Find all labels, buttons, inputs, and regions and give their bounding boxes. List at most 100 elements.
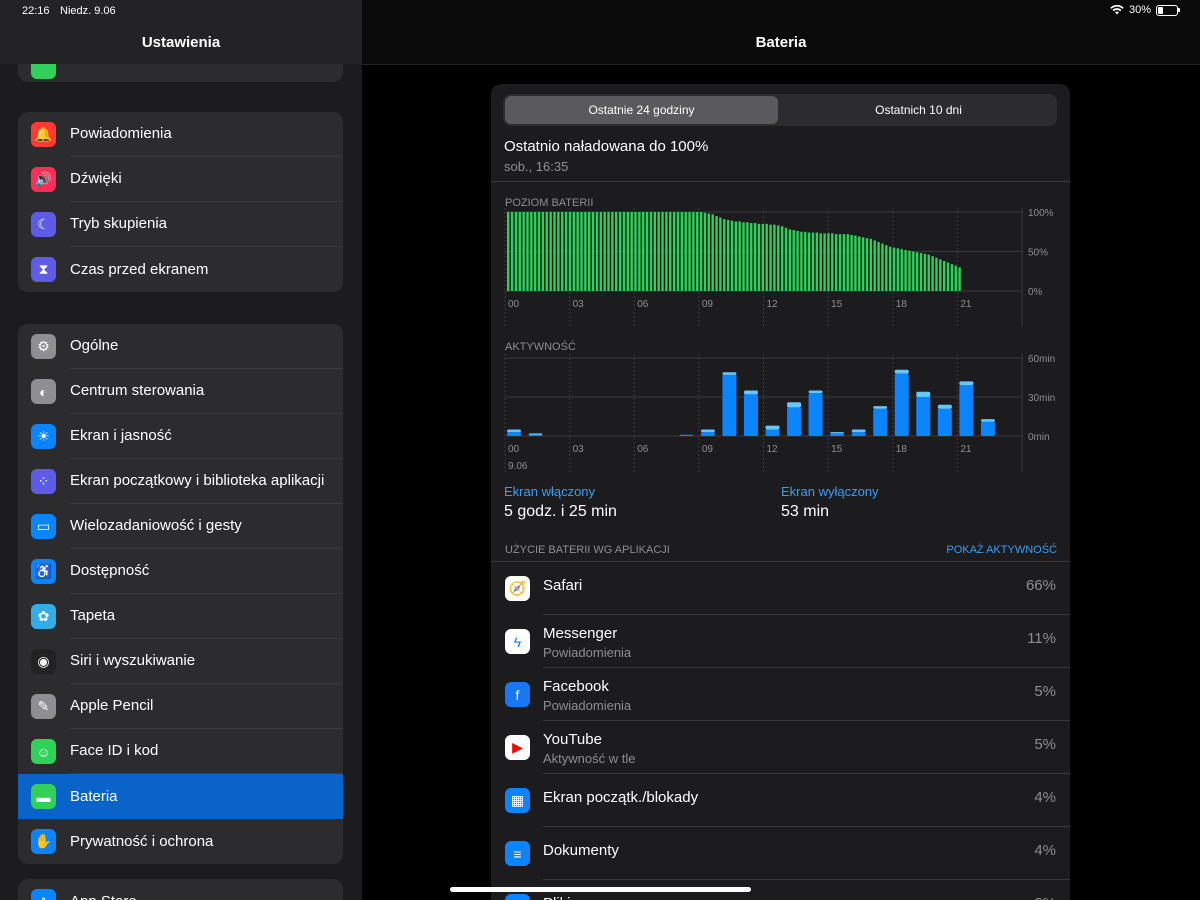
battery-level-bar	[927, 254, 930, 291]
battery-level-bar	[750, 223, 753, 291]
battery-level-bar	[607, 212, 610, 291]
battery-level-bar	[792, 230, 795, 291]
sidebar-item-flower[interactable]: ✿ Tapeta	[18, 594, 343, 639]
battery-level-bar	[746, 222, 749, 291]
sidebar-item-battery[interactable]: ▬ Bateria	[18, 774, 343, 819]
pencil-icon: ✎	[31, 694, 56, 719]
sidebar-item-sun[interactable]: ☀ Ekran i jasność	[18, 414, 343, 459]
sidebar-item-hourglass[interactable]: ⧗ Czas przed ekranem	[18, 247, 343, 292]
battery-level-bar	[557, 212, 560, 291]
sidebar-item-faceid[interactable]: ☺ Face ID i kod	[18, 729, 343, 774]
sidebar-item-multitask[interactable]: ▭ Wielozadaniowość i gesty	[18, 504, 343, 549]
youtube-icon: ▶	[505, 735, 530, 760]
app-usage-row[interactable]: ▦ Ekran początk./blokady 4%	[491, 774, 1070, 827]
battery-level-bar	[769, 224, 772, 291]
battery-level-bar	[919, 253, 923, 291]
sidebar-item-label: Wielozadaniowość i gesty	[70, 504, 343, 549]
sidebar-item-speaker[interactable]: 🔊 Dźwięki	[18, 157, 343, 202]
battery-level-bar	[757, 223, 761, 291]
messenger-icon: ϟ	[505, 629, 530, 654]
sidebar-item-bell[interactable]: 🔔 Powiadomienia	[18, 112, 343, 157]
sidebar-item-gear[interactable]: ⚙ Ogólne	[18, 324, 343, 369]
app-usage-row[interactable]: ≡ Dokumenty 4%	[491, 827, 1070, 880]
battery-level-bar	[823, 233, 826, 291]
app-usage-row[interactable]: ϟ Messenger Powiadomienia 11%	[491, 615, 1070, 668]
app-name: Ekran początk./blokady	[543, 789, 699, 806]
battery-level-bar	[765, 223, 768, 291]
screen-off-bar	[507, 429, 522, 433]
tab-last-24-hours[interactable]: Ostatnie 24 godziny	[505, 96, 778, 124]
sidebar-item-pencil[interactable]: ✎ Apple Pencil	[18, 684, 343, 729]
screen-on-bar	[722, 374, 737, 436]
battery-level-bar	[572, 212, 575, 291]
battery-level-bar	[661, 212, 664, 291]
app-usage-row[interactable]: f Facebook Powiadomienia 5%	[491, 668, 1070, 721]
battery-level-bar	[618, 212, 622, 291]
battery-level-bar	[908, 250, 911, 291]
tab-last-10-days[interactable]: Ostatnich 10 dni	[782, 96, 1055, 124]
battery-card: Ostatnie 24 godziny Ostatnich 10 dni Ost…	[491, 84, 1070, 900]
app-name: Dokumenty	[543, 842, 619, 859]
battery-level-bar	[595, 212, 599, 291]
battery-level-bar	[931, 256, 934, 291]
battery-level-bar	[800, 231, 803, 291]
battery-level-bar	[588, 212, 591, 291]
battery-level-bar	[672, 212, 676, 291]
sidebar-item-moon[interactable]: ☾ Tryb skupienia	[18, 202, 343, 247]
battery-level-bar	[838, 234, 842, 291]
app-name: Messenger	[543, 625, 618, 642]
home-indicator[interactable]	[450, 887, 751, 892]
battery-level-bar	[526, 212, 529, 291]
battery-level-bar	[537, 212, 541, 291]
sidebar-item-siri[interactable]: ◉ Siri i wyszukiwanie	[18, 639, 343, 684]
battery-level-bar	[873, 240, 876, 291]
battery-level-bar	[869, 238, 873, 291]
y-tick-label: 0%	[1028, 287, 1043, 298]
battery-level-bar	[711, 214, 714, 291]
battery-level-bar	[888, 246, 892, 291]
battery-level-bar	[653, 212, 657, 291]
battery-level-bar	[753, 223, 757, 291]
x-tick-label: 06	[637, 444, 649, 455]
accessibility-icon: ♿	[31, 559, 56, 584]
battery-level-bar	[904, 249, 907, 291]
sidebar-item-toggles[interactable]: ◐ Centrum sterowania	[18, 369, 343, 414]
app-usage-row[interactable]: ▶ YouTube Aktywność w tle 5%	[491, 721, 1070, 774]
battery-level-bar	[784, 227, 788, 291]
sidebar-group-general: ⚙ Ogólne ◐ Centrum sterowania ☀ Ekran i jasno…	[18, 324, 343, 864]
sidebar-group-notifications: 🔔 Powiadomienia 🔊 Dźwięki ☾ Tryb skupienia ⧗ Cz…	[18, 112, 343, 292]
battery-level-bar	[877, 242, 880, 291]
app-usage-row[interactable]: 🧭 Safari 66%	[491, 562, 1070, 615]
x-tick-label: 12	[767, 444, 779, 455]
battery-level-bar	[549, 212, 552, 291]
show-activity-link[interactable]: POKAŻ AKTYWNOŚĆ	[946, 544, 1057, 556]
screen-on-bar	[528, 434, 543, 436]
x-tick-label: 09	[702, 299, 714, 310]
sidebar-item-label: Prywatność i ochrona	[70, 832, 214, 850]
battery-level-bar	[811, 232, 815, 291]
sidebar-title: Ustawienia	[141, 34, 221, 51]
battery-level-bar	[534, 212, 537, 291]
sidebar-item-label: Ekran początkowy i biblioteka aplikacji	[70, 459, 343, 504]
sidebar-item-label: Dostępność	[70, 549, 343, 594]
battery-level-bar	[935, 257, 938, 291]
sidebar-group-apps: A App Store	[18, 879, 343, 900]
screen-off-bar	[937, 404, 952, 409]
divider	[491, 181, 1070, 182]
screen-on-bar	[700, 432, 715, 436]
sidebar-item-accessibility[interactable]: ♿ Dostępność	[18, 549, 343, 594]
battery-level-bar	[885, 245, 888, 291]
battery-level-bar	[896, 248, 900, 291]
usage-header: UŻYCIE BATERII WG APLIKACJI	[505, 544, 670, 556]
facebook-icon: f	[505, 682, 530, 707]
x-tick-label: 12	[767, 299, 779, 310]
sidebar-item-appstore[interactable]: A App Store	[18, 879, 343, 900]
x-tick-label: 03	[573, 444, 585, 455]
screen-on-bar	[851, 432, 866, 436]
battery-level-bar	[730, 220, 734, 291]
screen-on-bar	[959, 385, 974, 436]
battery-level-bar	[669, 212, 672, 291]
sidebar-item-grid[interactable]: ⁘ Ekran początkowy i biblioteka aplikacji	[18, 459, 343, 504]
sidebar-item-hand[interactable]: ✋ Prywatność i ochrona	[18, 819, 343, 864]
sidebar-item-label: Centrum sterowania	[70, 369, 343, 414]
